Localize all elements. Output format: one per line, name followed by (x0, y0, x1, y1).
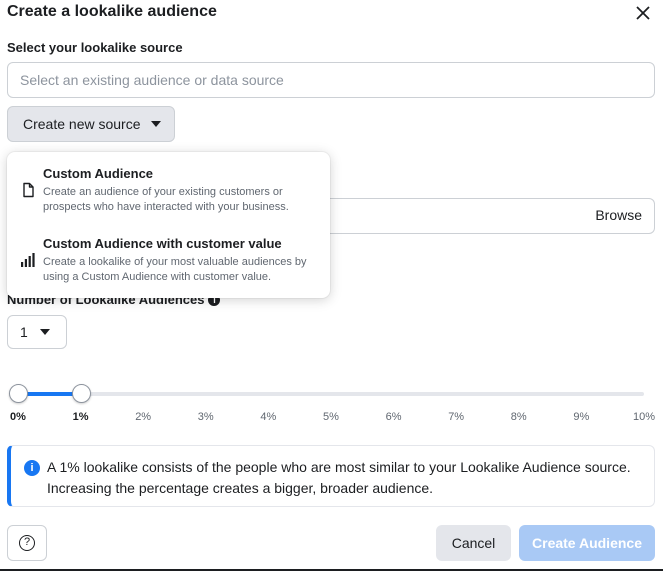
slider-tick-label: 5% (323, 411, 339, 423)
source-input[interactable] (7, 62, 655, 98)
menu-item-description: Create a lookalike of your most valuable… (43, 256, 307, 283)
caret-down-icon (150, 121, 161, 127)
browse-button[interactable]: Browse (595, 207, 642, 223)
slider-tick-label: 7% (448, 411, 465, 423)
close-icon (636, 6, 650, 20)
audience-size-slider-track[interactable] (18, 392, 644, 396)
slider-handle-end[interactable] (71, 384, 91, 403)
caret-down-icon (39, 329, 50, 335)
slider-tick-label: 3% (197, 411, 214, 423)
help-button[interactable]: ? (7, 525, 47, 561)
cancel-button[interactable]: Cancel (436, 525, 511, 561)
create-new-source-button[interactable]: Create new source (7, 106, 175, 142)
slider-tick-label: 10% (633, 411, 656, 423)
menu-item-title: Custom Audience with customer value (43, 236, 282, 251)
bar-chart-icon (21, 253, 35, 267)
menu-item-description: Create an audience of your existing cust… (43, 186, 289, 213)
slider-tick-label: 6% (385, 411, 402, 423)
create-source-dropdown: Custom Audience Create an audience of yo… (7, 152, 330, 298)
document-icon (23, 182, 34, 198)
create-audience-button[interactable]: Create Audience (519, 525, 655, 561)
info-text: A 1% lookalike consists of the people wh… (47, 459, 631, 496)
close-button[interactable] (632, 2, 654, 24)
menu-item-custom-audience[interactable]: Custom Audience Create an audience of yo… (7, 166, 330, 215)
menu-item-title: Custom Audience (43, 166, 154, 181)
slider-tick-label: 8% (510, 411, 527, 423)
source-label: Select your lookalike source (7, 40, 183, 55)
info-icon: i (24, 460, 40, 476)
create-new-source-label: Create new source (23, 116, 141, 132)
info-box: i A 1% lookalike consists of the people … (7, 445, 655, 507)
slider-tick-label: 1% (72, 411, 89, 423)
slider-tick-label: 4% (260, 411, 277, 423)
dialog-title: Create a lookalike audience (7, 3, 217, 20)
slider-tick-label: 2% (135, 411, 152, 423)
slider-tick-label: 0% (10, 411, 26, 423)
number-of-audiences-select[interactable]: 1 (7, 315, 67, 349)
question-icon: ? (19, 535, 35, 551)
slider-handle-start[interactable] (9, 384, 28, 403)
menu-item-custom-audience-with-value[interactable]: Custom Audience with customer value Crea… (7, 236, 330, 285)
number-selected-value: 1 (20, 324, 28, 340)
location-field[interactable]: Browse (320, 198, 655, 234)
slider-tick-label: 9% (573, 411, 590, 423)
